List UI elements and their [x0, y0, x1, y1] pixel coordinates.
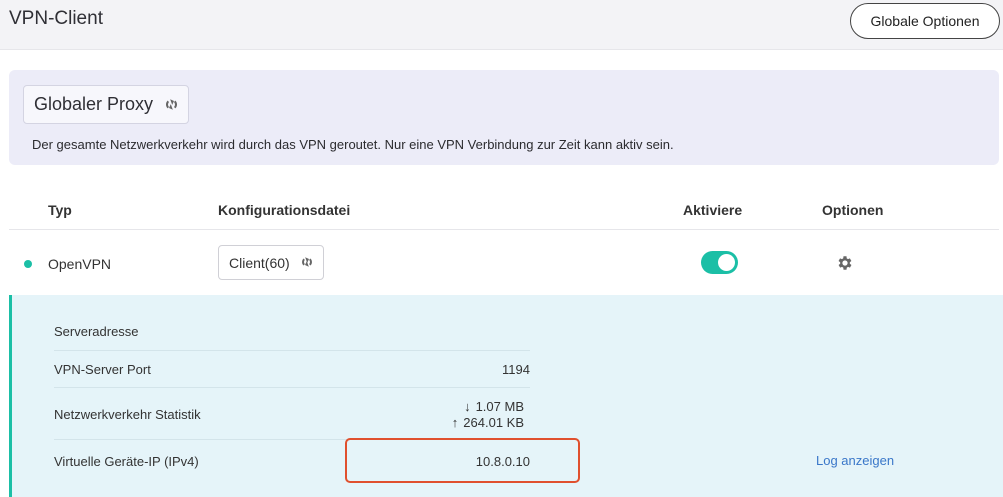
highlight-box [345, 438, 580, 483]
config-file-select[interactable]: Client(60) [218, 245, 324, 280]
column-type: Typ [48, 202, 72, 218]
table-header: Typ Konfigurationsdatei Aktiviere Option… [9, 190, 999, 230]
proxy-panel: Globaler Proxy Der gesamte Netzwerkverke… [9, 70, 999, 165]
vpn-row: OpenVPN Client(60) [9, 230, 999, 295]
traffic-down: ↓ 1.07 MB [452, 399, 524, 415]
proxy-description: Der gesamte Netzwerkverkehr wird durch d… [32, 137, 674, 152]
detail-label: VPN-Server Port [54, 362, 151, 377]
detail-label: Virtuelle Geräte-IP (IPv4) [54, 454, 199, 469]
traffic-stats: ↓ 1.07 MB ↑ 264.01 KB [452, 399, 524, 431]
global-options-button[interactable]: Globale Optionen [850, 3, 1000, 39]
arrow-down-icon: ↓ [464, 399, 471, 414]
activate-toggle[interactable] [701, 251, 738, 274]
proxy-mode-select[interactable]: Globaler Proxy [23, 85, 189, 124]
vpn-type: OpenVPN [48, 256, 112, 272]
vpn-details-panel: Serveradresse VPN-Server Port 1194 Netzw… [9, 295, 1003, 497]
traffic-up: ↑ 264.01 KB [452, 415, 524, 431]
switch-icon [166, 99, 177, 110]
gear-icon[interactable] [836, 254, 854, 272]
traffic-down-value: 1.07 MB [475, 399, 524, 414]
status-dot [24, 260, 32, 268]
show-log-link[interactable]: Log anzeigen [816, 453, 894, 468]
proxy-mode-label: Globaler Proxy [34, 94, 154, 114]
detail-server-address: Serveradresse [54, 315, 530, 351]
switch-icon [302, 257, 312, 267]
toggle-knob [718, 254, 735, 271]
detail-traffic: Netzwerkverkehr Statistik ↓ 1.07 MB ↑ 264.… [54, 388, 530, 440]
top-bar: VPN-Client Globale Optionen [0, 0, 1003, 50]
app-title: VPN-Client [9, 8, 103, 29]
traffic-up-value: 264.01 KB [463, 415, 524, 430]
column-config: Konfigurationsdatei [218, 202, 351, 218]
detail-value: 1194 [502, 362, 530, 377]
arrow-up-icon: ↑ [451, 415, 459, 430]
column-options: Optionen [822, 202, 884, 218]
detail-port: VPN-Server Port 1194 [54, 351, 530, 388]
column-activate: Aktiviere [683, 202, 743, 218]
detail-label: Netzwerkverkehr Statistik [54, 407, 201, 422]
detail-label: Serveradresse [54, 324, 139, 339]
config-file-label: Client(60) [229, 255, 290, 271]
